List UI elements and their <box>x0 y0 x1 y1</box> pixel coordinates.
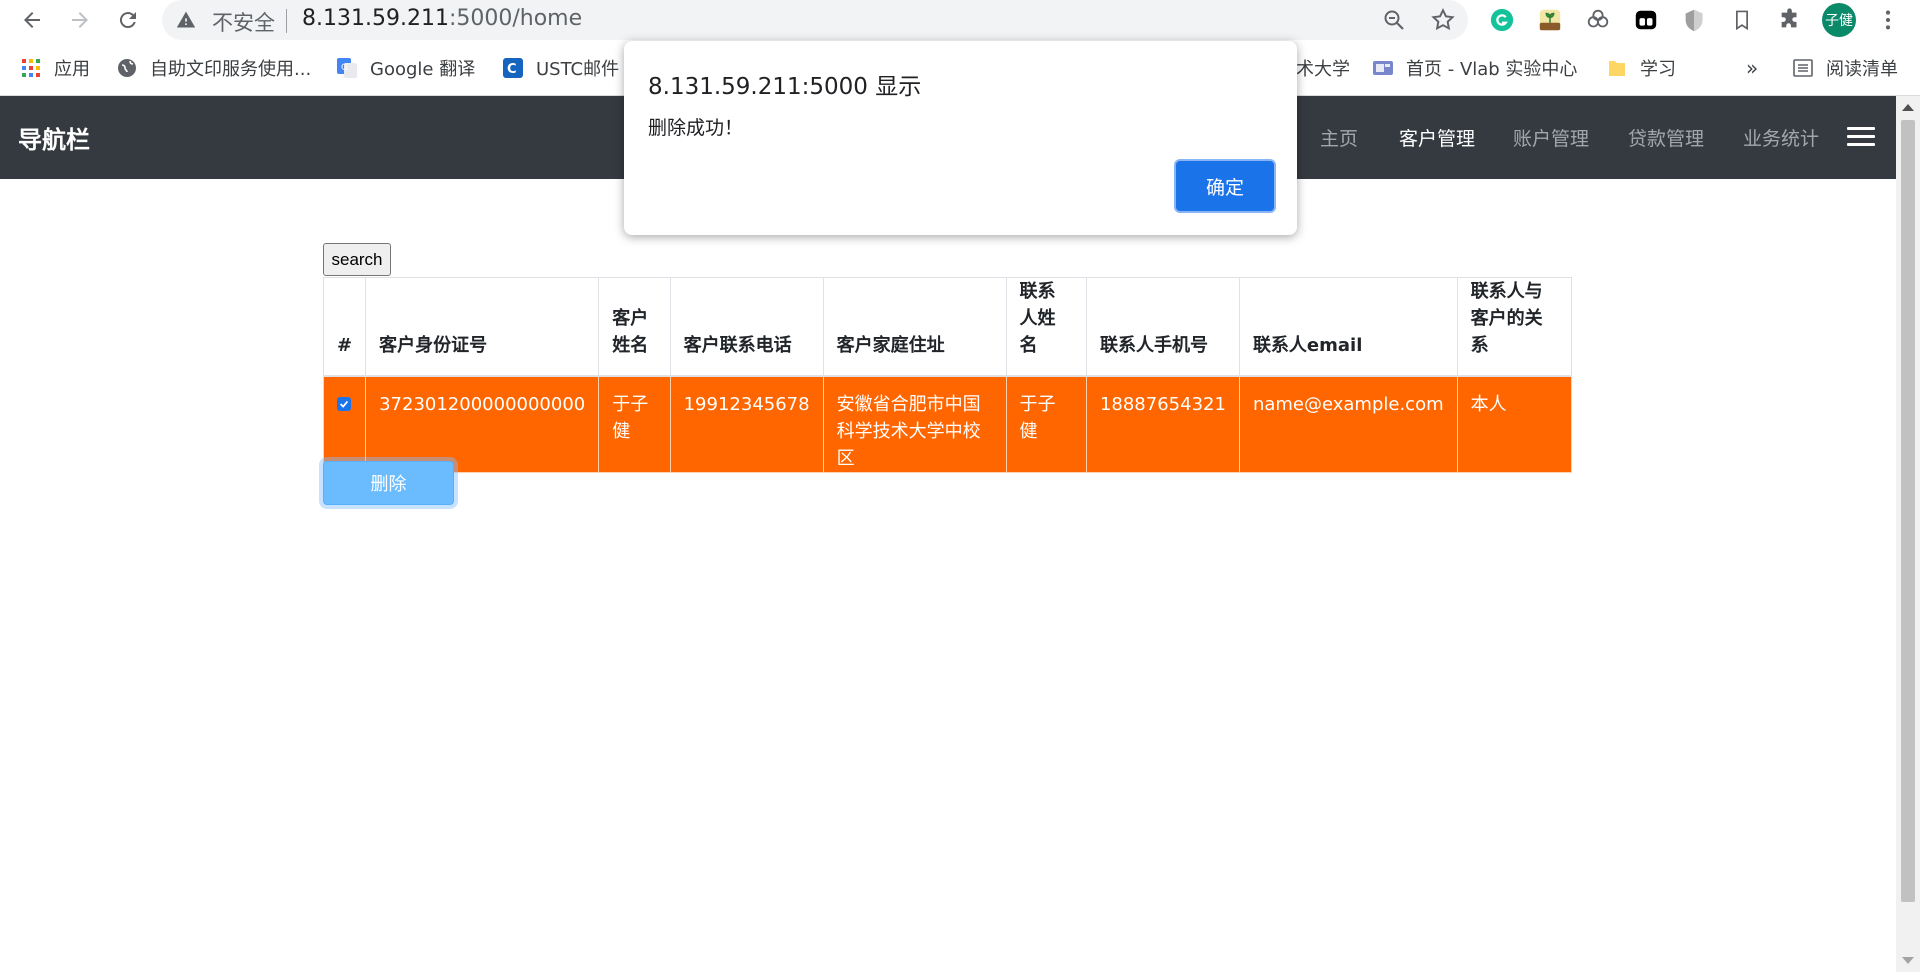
delete-button[interactable]: 删除 <box>323 461 454 505</box>
bookmark-star-icon[interactable] <box>1430 7 1456 33</box>
omnibox-separator <box>286 9 287 33</box>
row-select-cell[interactable] <box>322 375 367 473</box>
eyes-icon <box>1635 10 1657 30</box>
bookmark-print-service[interactable]: 自助文印服务使用... <box>116 56 311 80</box>
col-header-name: 客户姓名 <box>598 277 671 377</box>
navbar-brand[interactable]: 导航栏 <box>18 120 90 155</box>
bookmark-vlab[interactable]: 首页 - Vlab 实验中心 <box>1372 56 1577 80</box>
svg-text:C: C <box>507 62 517 77</box>
checkmark-icon <box>339 400 349 408</box>
folder-icon <box>1606 57 1628 79</box>
google-translate-icon: G <box>336 57 358 79</box>
bookmark-label: Google 翻译 <box>370 59 476 80</box>
url-text[interactable]: 8.131.59.211:5000/home <box>302 6 582 31</box>
svg-text:G: G <box>341 63 348 73</box>
warning-icon <box>176 11 196 28</box>
shield-extension[interactable] <box>1680 6 1708 34</box>
puzzle-icon <box>1781 8 1797 28</box>
shield-icon <box>1685 9 1703 32</box>
globe-icon <box>116 57 138 79</box>
reload-button[interactable] <box>110 2 146 38</box>
back-button[interactable] <box>14 2 50 38</box>
reload-icon <box>119 12 136 29</box>
bookmark-label: 首页 - Vlab 实验中心 <box>1406 59 1578 80</box>
ustc-mail-icon: C <box>502 57 524 79</box>
profile-avatar[interactable]: 子健 <box>1822 3 1856 37</box>
reading-list-button[interactable]: 阅读清单 <box>1792 56 1898 80</box>
cell-id-number: 372301200000000000 <box>365 375 600 473</box>
cell-contact-email: name@example.com <box>1238 375 1458 473</box>
col-header-contact-phone: 联系人手机号 <box>1085 277 1240 377</box>
col-header-phone: 客户联系电话 <box>669 277 824 377</box>
customer-table: # 客户身份证号 客户姓名 客户联系电话 客户家庭住址 联系人姓名 联系人手机号… <box>322 277 1573 473</box>
address-bar[interactable]: 不安全 8.131.59.211:5000/home <box>162 0 1468 40</box>
chain-link-icon <box>1587 9 1609 28</box>
reading-bookmark-extension[interactable] <box>1728 6 1756 34</box>
reading-list-label: 阅读清单 <box>1826 59 1898 80</box>
kebab-menu-icon <box>1885 10 1891 30</box>
zoom-icon[interactable] <box>1382 8 1406 32</box>
hamburger-menu-icon[interactable] <box>1847 127 1875 147</box>
url-path: :5000/home <box>448 6 583 31</box>
more-bookmarks-button[interactable]: » <box>1746 56 1758 80</box>
grammarly-extension[interactable] <box>1488 6 1516 34</box>
cell-phone: 19912345678 <box>669 375 824 473</box>
cell-name: 于子健 <box>598 375 671 473</box>
col-header-relation: 联系人与客户的关系 <box>1456 277 1573 377</box>
dialog-ok-button[interactable]: 确定 <box>1176 161 1274 211</box>
col-header-contact-name: 联系人姓名 <box>1005 277 1087 377</box>
insecure-label: 不安全 <box>212 11 275 35</box>
bookmark-label: 学习 <box>1640 59 1676 80</box>
vlab-icon <box>1372 57 1394 79</box>
dark-extension[interactable] <box>1632 6 1660 34</box>
table-header-row: # 客户身份证号 客户姓名 客户联系电话 客户家庭住址 联系人姓名 联系人手机号… <box>322 277 1573 377</box>
search-button[interactable]: search <box>323 243 391 276</box>
col-header-contact-email: 联系人email <box>1238 277 1458 377</box>
dialog-message: 删除成功！ <box>648 117 744 139</box>
nav-link-home[interactable]: 主页 <box>1320 124 1358 151</box>
url-host: 8.131.59.211 <box>302 6 449 31</box>
scroll-down-arrow-icon[interactable] <box>1902 957 1914 964</box>
bookmark-university[interactable]: 术大学 <box>1296 56 1350 80</box>
cell-contact-phone: 18887654321 <box>1085 375 1240 473</box>
grammarly-icon <box>1490 8 1514 32</box>
chrome-menu-button[interactable] <box>1874 6 1902 34</box>
nav-link-accounts[interactable]: 账户管理 <box>1513 124 1589 151</box>
seedling-icon <box>1539 9 1561 31</box>
cell-relation: 本人 <box>1456 375 1573 473</box>
scrollbar-thumb[interactable] <box>1901 120 1915 902</box>
cell-address: 安徽省合肥市中国科学技术大学中校区 <box>822 375 1007 473</box>
bookmark-google-translate[interactable]: G Google 翻译 <box>336 56 475 80</box>
alert-dialog: 8.131.59.211:5000 显示 删除成功！ 确定 <box>624 41 1297 235</box>
col-header-id-number: 客户身份证号 <box>365 277 600 377</box>
col-header-index: # <box>322 277 367 377</box>
bookmark-icon <box>1736 10 1748 31</box>
bookmark-label: USTC邮件 <box>536 59 620 80</box>
bookmark-label: 应用 <box>54 59 90 80</box>
page-scrollbar[interactable] <box>1896 96 1920 972</box>
arrow-left-icon <box>24 12 40 28</box>
reading-list-icon <box>1792 57 1814 79</box>
bookmark-label: 自助文印服务使用... <box>150 59 312 80</box>
bookmark-apps[interactable]: 应用 <box>20 56 90 80</box>
seedling-extension[interactable] <box>1536 6 1564 34</box>
dialog-title: 8.131.59.211:5000 显示 <box>648 74 922 100</box>
row-checkbox[interactable] <box>337 397 351 411</box>
cell-contact-name: 于子健 <box>1005 375 1087 473</box>
bookmark-folder-study[interactable]: 学习 <box>1606 56 1676 80</box>
apps-grid-icon <box>20 57 42 79</box>
col-header-address: 客户家庭住址 <box>822 277 1007 377</box>
browser-toolbar: 不安全 8.131.59.211:5000/home 子健 <box>0 0 1920 40</box>
bookmark-ustc-mail[interactable]: C USTC邮件 <box>502 56 619 80</box>
arrow-right-icon <box>72 12 88 28</box>
extensions-button[interactable] <box>1776 6 1804 34</box>
link-extension[interactable] <box>1584 6 1612 34</box>
table-row[interactable]: 372301200000000000 于子健 19912345678 安徽省合肥… <box>322 375 1573 473</box>
scroll-up-arrow-icon[interactable] <box>1902 104 1914 111</box>
bookmark-label: 术大学 <box>1296 59 1350 80</box>
forward-button[interactable] <box>62 2 98 38</box>
nav-link-customers[interactable]: 客户管理 <box>1399 124 1475 151</box>
nav-link-statistics[interactable]: 业务统计 <box>1743 124 1819 151</box>
nav-link-loans[interactable]: 贷款管理 <box>1628 124 1704 151</box>
